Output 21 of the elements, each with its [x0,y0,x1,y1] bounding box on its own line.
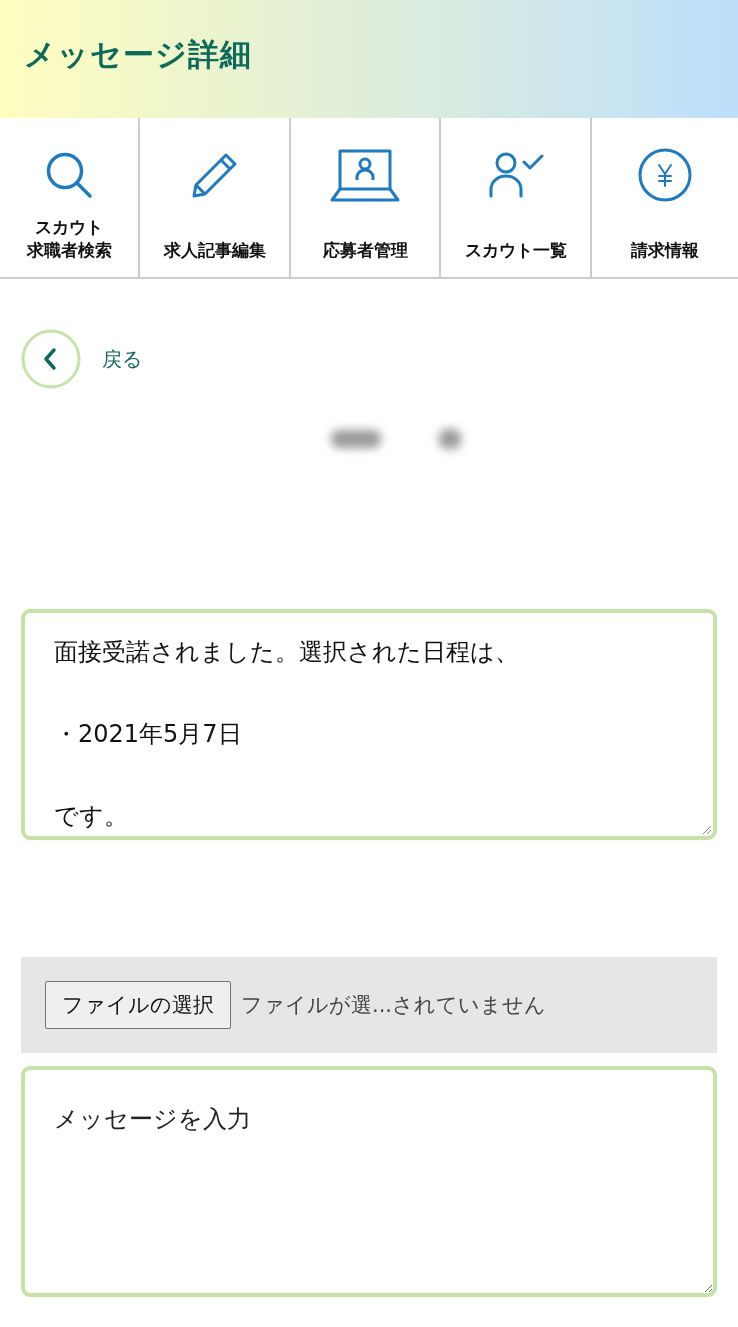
nav-item[interactable]: スカウト一覧 [441,118,592,277]
message-line: 面接受諾されました。選択された日程は、 [54,637,520,668]
message-line: です。 [54,801,129,832]
nav-item[interactable]: 応募者管理 [291,118,441,277]
message-line: ・2021年5月7日 [54,719,243,750]
nav-item[interactable]: 請求情報 [592,118,738,277]
nav-item[interactable]: スカウト 求職者検索 [0,118,140,277]
back-chevron-icon [21,329,81,389]
resize-grip-icon [702,825,711,834]
pencil-icon [191,152,238,198]
nav-item[interactable]: 求人記事編集 [140,118,291,277]
message-input-field[interactable]: メッセージを入力 [21,1066,717,1297]
back-link[interactable]: 戻る [21,329,142,389]
search-icon [46,152,92,198]
person-check-icon [487,152,544,198]
laptop-person-icon [330,148,400,202]
message-text-field[interactable]: 面接受諾されました。選択された日程は、 ・2021年5月7日 です。 [21,609,717,840]
choose-file-button[interactable]: ファイルの選択 [45,981,231,1029]
yen-coin-icon [638,148,692,202]
file-status-text: ファイルが選...されていません [241,992,547,1019]
page-title: メッセージ詳細 [24,35,252,74]
